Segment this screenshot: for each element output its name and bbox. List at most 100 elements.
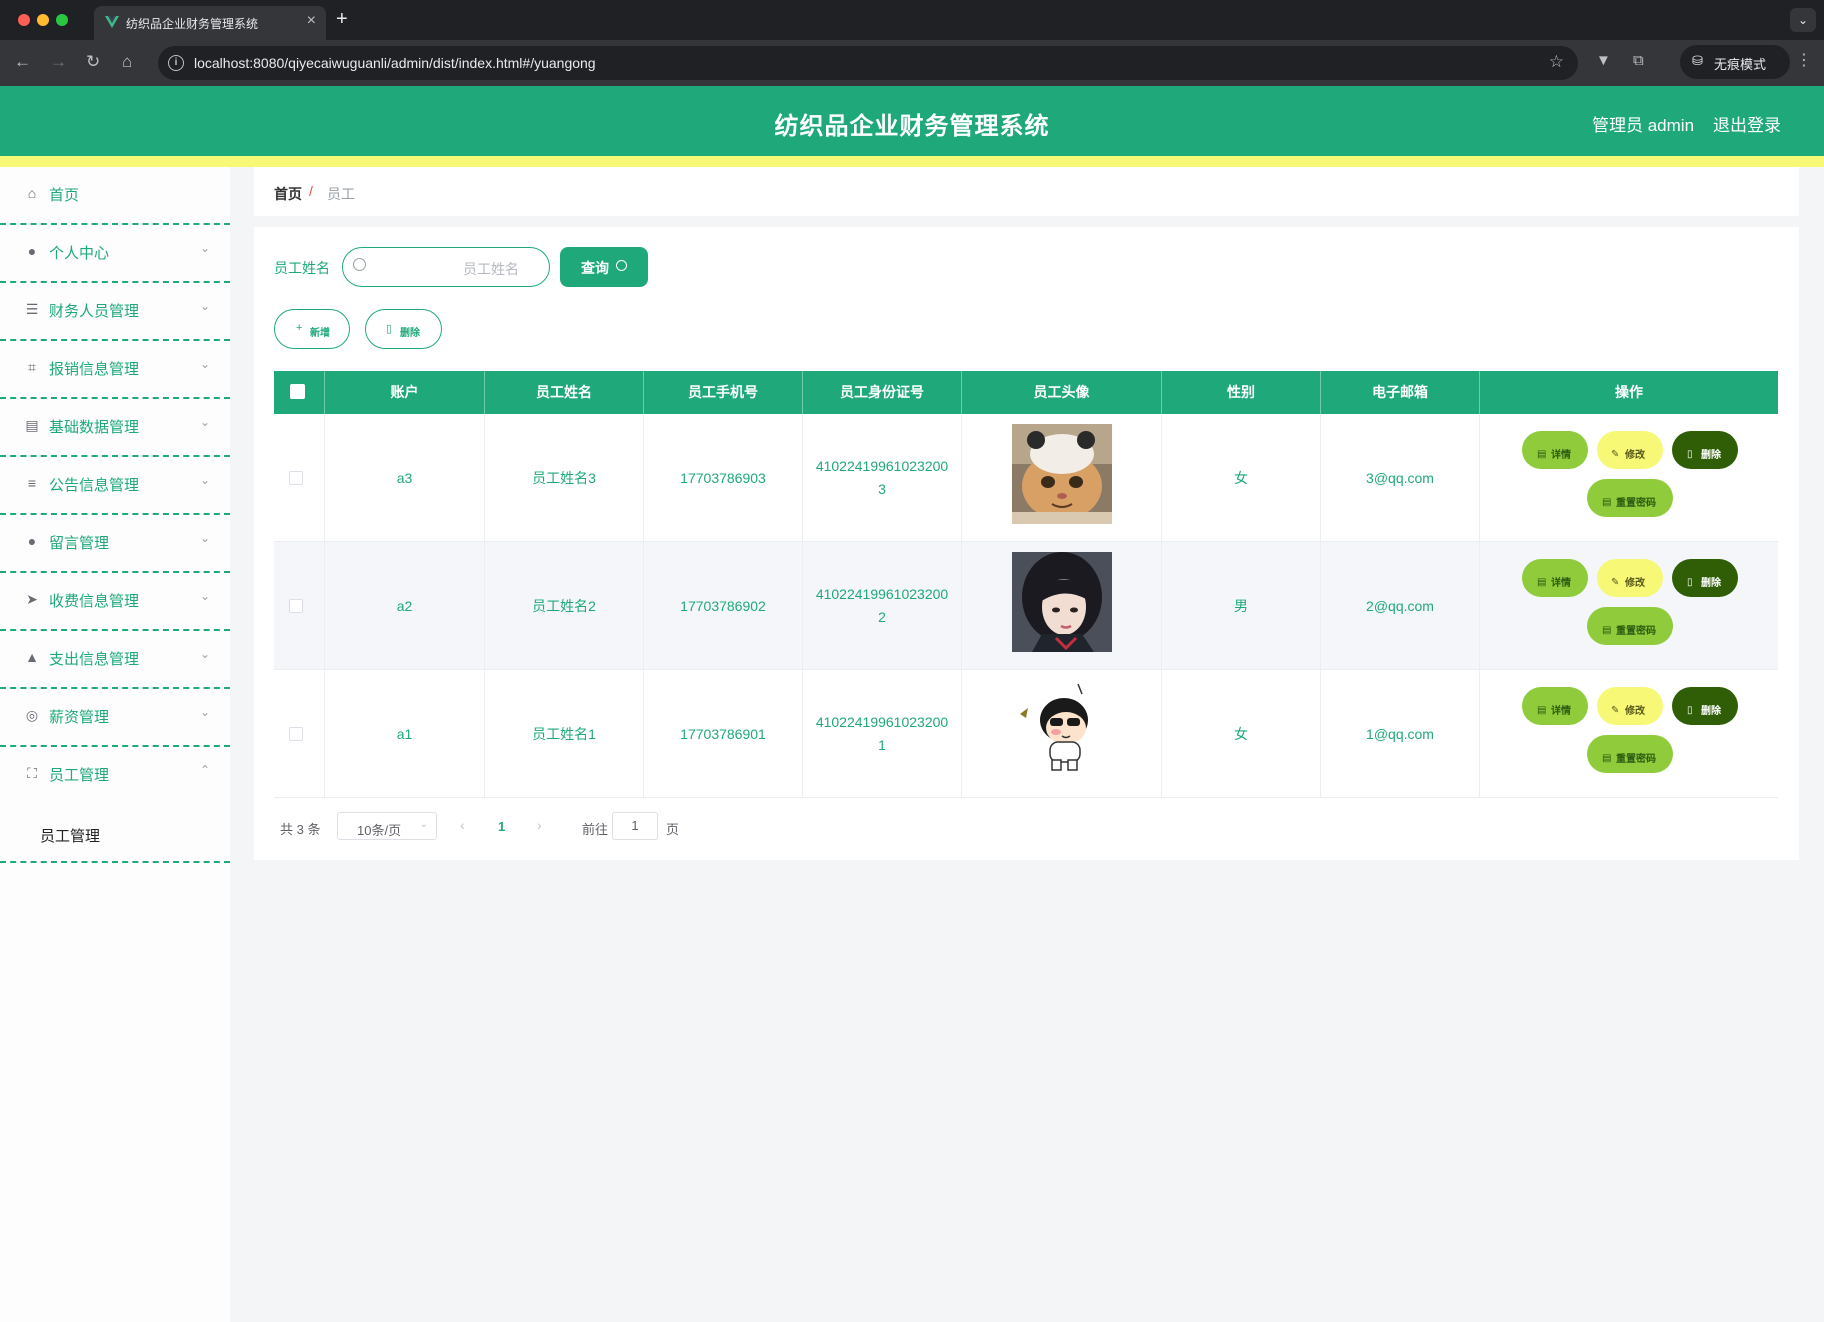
reset-password-button[interactable]: ▤ 重置密码 xyxy=(1587,735,1673,773)
prev-page-icon[interactable]: ‹ xyxy=(460,817,465,833)
row-checkbox[interactable] xyxy=(289,727,303,741)
home-icon[interactable]: ⌂ xyxy=(122,52,132,72)
row-checkbox[interactable] xyxy=(289,471,303,485)
delete-button[interactable]: ▯ 删除 xyxy=(1672,431,1738,469)
sidebar-item-label: 支出信息管理 xyxy=(49,651,140,668)
cell-email: 2@qq.com xyxy=(1321,542,1480,670)
cell-avatar xyxy=(962,542,1162,670)
sidebar-item-label: 公告信息管理 xyxy=(49,477,140,494)
add-button[interactable]: + 新增 xyxy=(274,309,350,349)
cell-id-number: 41022419961023200 2 xyxy=(803,542,962,670)
sidebar-item-income[interactable]: ➤ 收费信息管理 ⌄ xyxy=(0,573,230,631)
reset-password-label: 重置密码 xyxy=(1616,754,1656,765)
batch-delete-button[interactable]: ▯ 删除 xyxy=(365,309,442,349)
sidebar-item-message[interactable]: ● 留言管理 ⌄ xyxy=(0,515,230,573)
avatar-cat-photo[interactable] xyxy=(1012,424,1112,524)
sidebar-item-reimbursement[interactable]: ⌗ 报销信息管理 ⌄ xyxy=(0,341,230,399)
page-size-select[interactable]: 10条/页 ⌄ xyxy=(337,812,437,840)
next-page-icon[interactable]: › xyxy=(537,817,542,833)
delete-button[interactable]: ▯ 删除 xyxy=(1672,687,1738,725)
chevron-down-icon: ⌄ xyxy=(200,473,211,487)
cell-actions: ▤ 详情 ✎ 修改 ▯ 删除 ▤ 重置密码 xyxy=(1480,670,1778,798)
id-number-line2: 3 xyxy=(878,481,886,497)
sidebar-item-salary[interactable]: ◎ 薪资管理 ⌄ xyxy=(0,689,230,747)
pagination: 共 3 条 10条/页 ⌄ ‹ 1 › 前往 1 页 xyxy=(274,811,874,841)
header-accent-bar xyxy=(0,156,1824,167)
cell-name: 员工姓名1 xyxy=(485,670,644,798)
row-select-cell xyxy=(274,542,325,670)
forward-icon[interactable]: → xyxy=(50,52,67,72)
breadcrumb: 首页 / 员工 xyxy=(254,167,1799,216)
reset-password-button[interactable]: ▤ 重置密码 xyxy=(1587,607,1673,645)
chevron-down-icon: ⌄ xyxy=(200,415,211,429)
browser-menu-icon[interactable]: ⋮ xyxy=(1796,50,1812,70)
sidebar-item-profile[interactable]: ● 个人中心 ⌄ xyxy=(0,225,230,283)
reset-password-button[interactable]: ▤ 重置密码 xyxy=(1587,479,1673,517)
close-window-button[interactable] xyxy=(18,14,30,26)
query-button[interactable]: 查询 xyxy=(560,247,648,287)
col-gender: 性别 xyxy=(1162,371,1321,414)
search-input[interactable]: 员工姓名 xyxy=(342,247,550,287)
maximize-window-button[interactable] xyxy=(56,14,68,26)
sidebar-item-notice[interactable]: ≡ 公告信息管理 ⌄ xyxy=(0,457,230,515)
detail-button[interactable]: ▤ 详情 xyxy=(1522,687,1588,725)
submenu-item-employee-management[interactable]: 员工管理 xyxy=(0,805,230,863)
delete-button[interactable]: ▯ 删除 xyxy=(1672,559,1738,597)
incognito-badge[interactable]: ⛁ 无痕模式 xyxy=(1680,45,1790,79)
delete-button-label: 删除 xyxy=(400,328,420,339)
trash-icon: ▯ xyxy=(1687,577,1693,588)
browser-toolbar: ← → ↻ ⌂ i localhost:8080/qiyecaiwuguanli… xyxy=(0,40,1824,86)
id-number-line1: 41022419961023200 xyxy=(815,714,949,730)
edit-label: 修改 xyxy=(1625,450,1645,461)
sidebar-item-label: 财务人员管理 xyxy=(49,303,140,320)
sidebar-item-label: 报销信息管理 xyxy=(49,361,140,378)
cell-gender: 女 xyxy=(1162,670,1321,798)
sidebar-item-home[interactable]: ⌂ 首页 xyxy=(0,167,230,225)
address-bar[interactable]: i localhost:8080/qiyecaiwuguanli/admin/d… xyxy=(158,46,1578,80)
select-all-checkbox[interactable] xyxy=(290,384,305,399)
chevron-down-icon: ⌄ xyxy=(200,647,211,661)
bookmark-star-icon[interactable]: ☆ xyxy=(1549,52,1564,72)
minimize-window-button[interactable] xyxy=(37,14,49,26)
extension-icon[interactable]: ▼ xyxy=(1596,52,1611,69)
sidebar-item-base-data[interactable]: ▤ 基础数据管理 ⌄ xyxy=(0,399,230,457)
tab-close-icon[interactable]: × xyxy=(307,12,316,30)
col-email: 电子邮箱 xyxy=(1321,371,1480,414)
avatar-cartoon-boy[interactable] xyxy=(1012,680,1112,780)
chevron-down-icon: ⌄ xyxy=(200,589,211,603)
puzzle-extensions-icon[interactable]: ⧉ xyxy=(1633,52,1644,69)
row-checkbox[interactable] xyxy=(289,599,303,613)
detail-button[interactable]: ▤ 详情 xyxy=(1522,559,1588,597)
chevron-down-icon: ⌄ xyxy=(200,299,211,313)
logout-link[interactable]: 退出登录 xyxy=(1713,111,1781,136)
cell-id-number: 41022419961023200 3 xyxy=(803,414,962,542)
new-tab-icon[interactable]: + xyxy=(336,8,348,31)
back-icon[interactable]: ← xyxy=(14,52,31,72)
detail-button[interactable]: ▤ 详情 xyxy=(1522,431,1588,469)
tab-search-button[interactable]: ⌄ xyxy=(1790,8,1816,32)
chevron-down-icon: ⌄ xyxy=(419,819,428,830)
sidebar-item-finance-staff[interactable]: ☰ 财务人员管理 ⌄ xyxy=(0,283,230,341)
reload-icon[interactable]: ↻ xyxy=(86,52,100,72)
cell-avatar xyxy=(962,670,1162,798)
home-icon: ⌂ xyxy=(27,185,37,201)
avatar-girl-photo[interactable] xyxy=(1012,552,1112,652)
cell-name: 员工姓名3 xyxy=(485,414,644,542)
sidebar-item-expense[interactable]: ▲ 支出信息管理 ⌄ xyxy=(0,631,230,689)
edit-button[interactable]: ✎ 修改 xyxy=(1597,559,1663,597)
browser-tab[interactable]: 纺织品企业财务管理系统 × xyxy=(94,6,326,40)
breadcrumb-home[interactable]: 首页 xyxy=(274,184,302,204)
fullscreen-icon: ⛶ xyxy=(27,765,37,781)
goto-label: 前往 xyxy=(582,822,609,837)
select-all-cell xyxy=(274,371,325,414)
edit-label: 修改 xyxy=(1625,578,1645,589)
sidebar-item-employee[interactable]: ⛶ 员工管理 ⌃ xyxy=(0,747,230,805)
document-icon: ▤ xyxy=(1537,705,1547,716)
page-number[interactable]: 1 xyxy=(498,819,505,834)
edit-button[interactable]: ✎ 修改 xyxy=(1597,687,1663,725)
site-info-icon[interactable]: i xyxy=(168,55,184,71)
send-icon: ➤ xyxy=(26,591,38,607)
table-row: a1 员工姓名1 17703786901 41022419961023200 1 xyxy=(274,670,1778,798)
goto-page-input[interactable]: 1 xyxy=(612,812,658,840)
edit-button[interactable]: ✎ 修改 xyxy=(1597,431,1663,469)
